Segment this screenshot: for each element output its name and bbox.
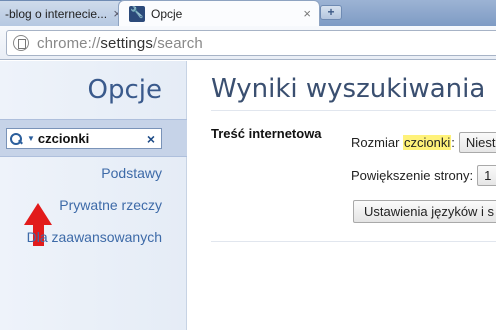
page-title: Wyniki wyszukiwania — [211, 74, 486, 104]
sidebar-item-prywatne-rzeczy[interactable]: Prywatne rzeczy — [59, 197, 162, 213]
sidebar-item-dla-zaawansowanych[interactable]: Dla zaawansowanych — [27, 229, 162, 245]
main-content: Wyniki wyszukiwania Treść internetowa Ro… — [188, 61, 496, 330]
font-size-select[interactable]: Niest — [458, 132, 496, 153]
font-size-row: Rozmiar czcionki: Niest — [351, 132, 496, 153]
zoom-select[interactable]: 1 — [477, 165, 496, 186]
tab-close-icon[interactable]: × — [303, 6, 311, 21]
font-size-label-prefix: Rozmiar — [351, 135, 400, 150]
divider — [211, 241, 496, 242]
sidebar: Opcje ▼ czcionki × Podstawy Prywatne rze… — [0, 61, 187, 330]
divider — [211, 110, 496, 111]
search-value: czcionki — [37, 131, 90, 146]
sidebar-item-podstawy[interactable]: Podstawy — [101, 165, 162, 181]
clear-icon[interactable]: × — [147, 131, 155, 147]
sidebar-title: Opcje — [87, 75, 162, 105]
new-tab-button[interactable]: + — [320, 5, 342, 20]
wrench-icon — [129, 5, 145, 22]
search-highlight: czcionki — [403, 135, 452, 150]
search-input[interactable]: ▼ czcionki × — [6, 128, 162, 149]
url-text: chrome://settings/search — [37, 34, 203, 52]
tab-label: Opcje — [151, 6, 183, 21]
zoom-label: Powiększenie strony: — [351, 168, 474, 183]
font-size-label-suffix: : — [451, 135, 455, 150]
red-arrow-icon — [24, 203, 52, 225]
language-settings-button[interactable]: Ustawienia języków i s — [353, 200, 496, 223]
search-band: ▼ czcionki × — [0, 119, 187, 157]
tab-opcje[interactable]: Opcje × — [118, 0, 320, 26]
tab-blog[interactable]: -blog o internecie... × — [0, 0, 126, 26]
toolbar: chrome://settings/search — [0, 26, 496, 60]
chevron-down-icon: ▼ — [27, 134, 35, 143]
zoom-row: Powiększenie strony: 1 — [351, 165, 496, 186]
address-bar[interactable]: chrome://settings/search — [6, 30, 496, 56]
tab-strip: -blog o internecie... × Opcje × + — [0, 0, 496, 26]
tab-label: -blog o internecie... — [5, 6, 108, 21]
section-label: Treść internetowa — [211, 126, 322, 141]
search-icon — [9, 131, 27, 147]
page-icon — [13, 35, 29, 51]
